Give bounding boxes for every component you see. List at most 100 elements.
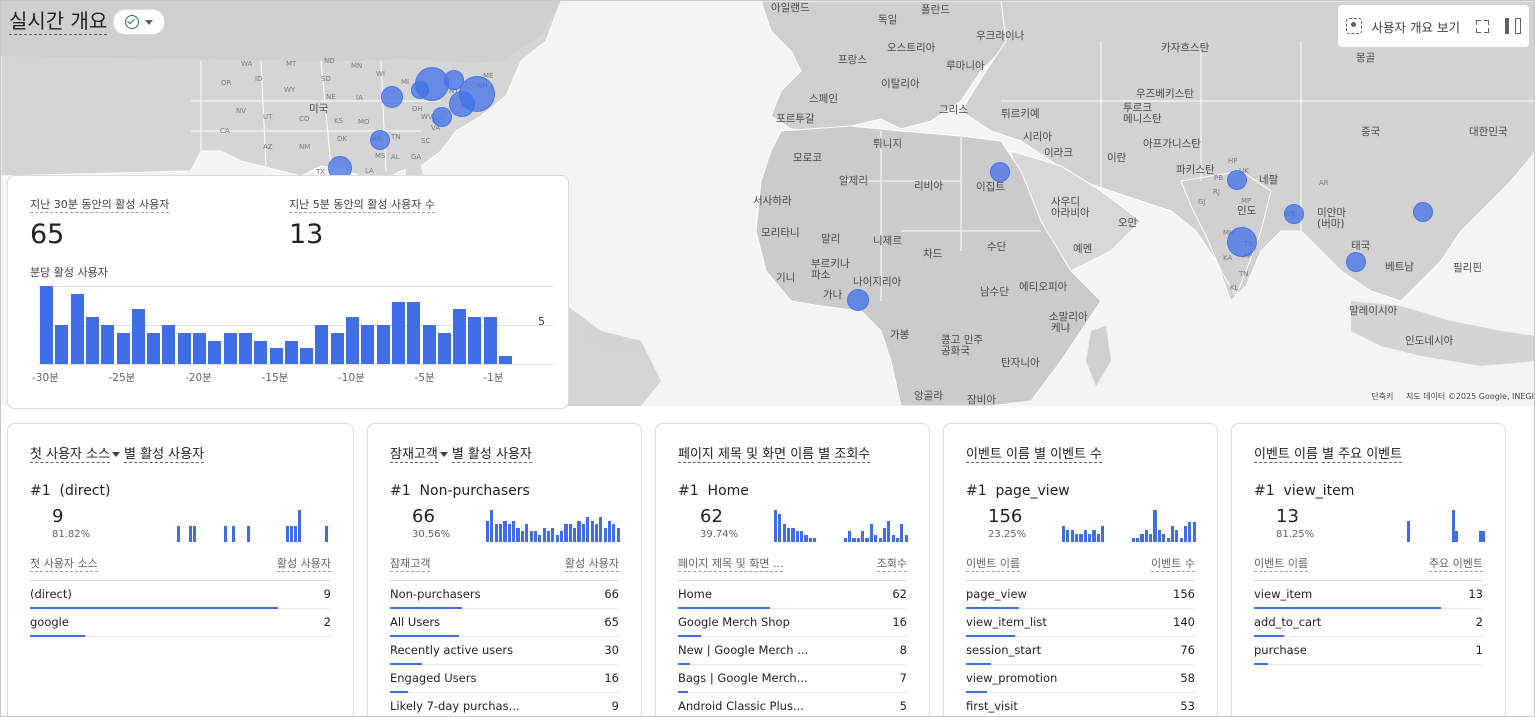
per-minute-bar[interactable] [499,356,512,364]
mini-bar[interactable] [882,528,886,542]
mini-bar[interactable] [1157,530,1161,542]
mini-bar[interactable] [193,526,196,542]
per-minute-bar[interactable] [453,309,467,364]
mini-bar[interactable] [800,531,804,542]
per-minute-bar[interactable] [361,325,375,364]
table-row[interactable]: google 2 [30,609,331,637]
mini-bar[interactable] [804,535,808,542]
dimension-selector[interactable]: 이벤트 이름 [966,447,1030,463]
mini-bar[interactable] [499,524,503,542]
mini-bar[interactable] [189,526,192,542]
dimension-selector[interactable]: 페이지 제목 및 화면 이름 [678,447,815,463]
per-minute-bar[interactable] [437,333,451,364]
mini-bar[interactable] [887,521,891,542]
per-minute-bar[interactable] [315,325,329,364]
mini-bar[interactable] [778,514,782,542]
mini-bar[interactable] [494,524,498,542]
per-minute-bar[interactable] [85,317,99,364]
dimension-selector[interactable]: 첫 사용자 소스 [30,447,111,463]
mini-bar[interactable] [1096,534,1100,542]
mini-bar[interactable] [538,535,542,542]
table-row[interactable]: Recently active users 30 [390,637,619,665]
mini-bar[interactable] [586,517,590,542]
mini-bar-chart[interactable] [158,508,333,542]
column-header-dimension[interactable]: 이벤트 이름 [966,557,1021,572]
active-users-5min-label[interactable]: 지난 5분 동안의 활성 사용자 수 [289,198,435,213]
mini-bar[interactable] [529,531,533,542]
mini-bar[interactable] [1083,530,1087,542]
location-bubble[interactable] [1227,227,1257,257]
mini-bar[interactable] [843,538,847,542]
mini-bar[interactable] [512,521,516,542]
mini-bar[interactable] [177,526,181,542]
mini-bar[interactable] [1079,534,1083,542]
panel-icon[interactable] [1505,18,1522,34]
per-minute-bar[interactable] [483,317,497,364]
table-row[interactable]: view_item 13 [1254,581,1483,609]
per-minute-bar[interactable] [223,333,237,364]
mini-bar[interactable] [1192,522,1196,542]
mini-bar[interactable] [298,510,301,542]
mini-bar-chart[interactable] [1350,508,1485,542]
column-header-dimension[interactable]: 첫 사용자 소스 [30,557,98,572]
per-minute-bar[interactable] [391,302,405,364]
per-minute-bar[interactable] [55,325,69,364]
dimension-selector[interactable]: 이벤트 이름 [1254,447,1318,463]
mini-bar[interactable] [878,538,882,542]
per-minute-bar[interactable] [330,333,344,364]
table-row[interactable]: (direct) 9 [30,581,331,609]
column-header-metric[interactable]: 활성 사용자 [564,557,619,572]
mini-bar[interactable] [490,510,494,542]
location-bubble[interactable] [411,81,429,99]
view-user-snapshot-button[interactable]: 사용자 개요 보기 [1345,17,1460,36]
mini-bar[interactable] [486,521,490,542]
active-users-30min-label[interactable]: 지난 30분 동안의 활성 사용자 [30,198,170,213]
table-row[interactable]: Non-purchasers 66 [390,581,619,609]
location-bubble[interactable] [990,162,1010,182]
mini-bar[interactable] [503,521,507,542]
per-minute-bar[interactable] [300,348,314,364]
mini-bar[interactable] [869,524,873,542]
mini-bar[interactable] [224,526,227,542]
dimension-selector[interactable]: 잠재고객 [390,447,438,463]
map-shortcuts-link[interactable]: 단축키 [1371,392,1393,401]
mini-bar[interactable] [286,526,290,542]
mini-bar[interactable] [813,538,817,542]
mini-bar[interactable] [520,531,524,542]
mini-bar[interactable] [1144,530,1148,542]
mini-bar[interactable] [1088,534,1092,542]
mini-bar[interactable] [516,528,520,542]
mini-bar[interactable] [564,524,568,542]
mini-bar[interactable] [1131,538,1135,542]
table-row[interactable]: Engaged Users 16 [390,665,619,693]
mini-bar[interactable] [861,531,865,542]
location-bubble[interactable] [847,289,869,311]
mini-bar[interactable] [1455,531,1458,542]
column-header-metric[interactable]: 활성 사용자 [276,557,331,572]
mini-bar[interactable] [787,528,791,542]
location-bubble[interactable] [381,86,403,108]
mini-bar[interactable] [607,521,612,542]
per-minute-bar[interactable] [346,317,359,364]
mini-bar[interactable] [1407,521,1410,542]
chevron-down-icon[interactable] [439,452,448,457]
mini-bar[interactable] [603,528,607,542]
mini-bar[interactable] [525,524,529,542]
mini-bar-chart[interactable] [774,508,909,542]
mini-bar[interactable] [1062,526,1066,542]
chevron-down-icon[interactable] [112,452,121,457]
mini-bar-chart[interactable] [486,508,621,542]
per-minute-bar[interactable] [101,325,115,364]
location-bubble[interactable] [432,107,452,127]
table-row[interactable]: Google Merch Shop 16 [678,609,907,637]
mini-bar[interactable] [573,528,577,542]
mini-bar[interactable] [1140,534,1144,542]
mini-bar[interactable] [560,531,564,542]
per-minute-bar[interactable] [177,333,191,364]
mini-bar[interactable] [1175,530,1179,542]
table-row[interactable]: page_view 156 [966,581,1195,609]
column-header-metric[interactable]: 이벤트 수 [1151,557,1195,572]
mini-bar[interactable] [568,524,572,542]
location-bubble[interactable] [444,70,464,90]
mini-bar[interactable] [546,531,551,542]
